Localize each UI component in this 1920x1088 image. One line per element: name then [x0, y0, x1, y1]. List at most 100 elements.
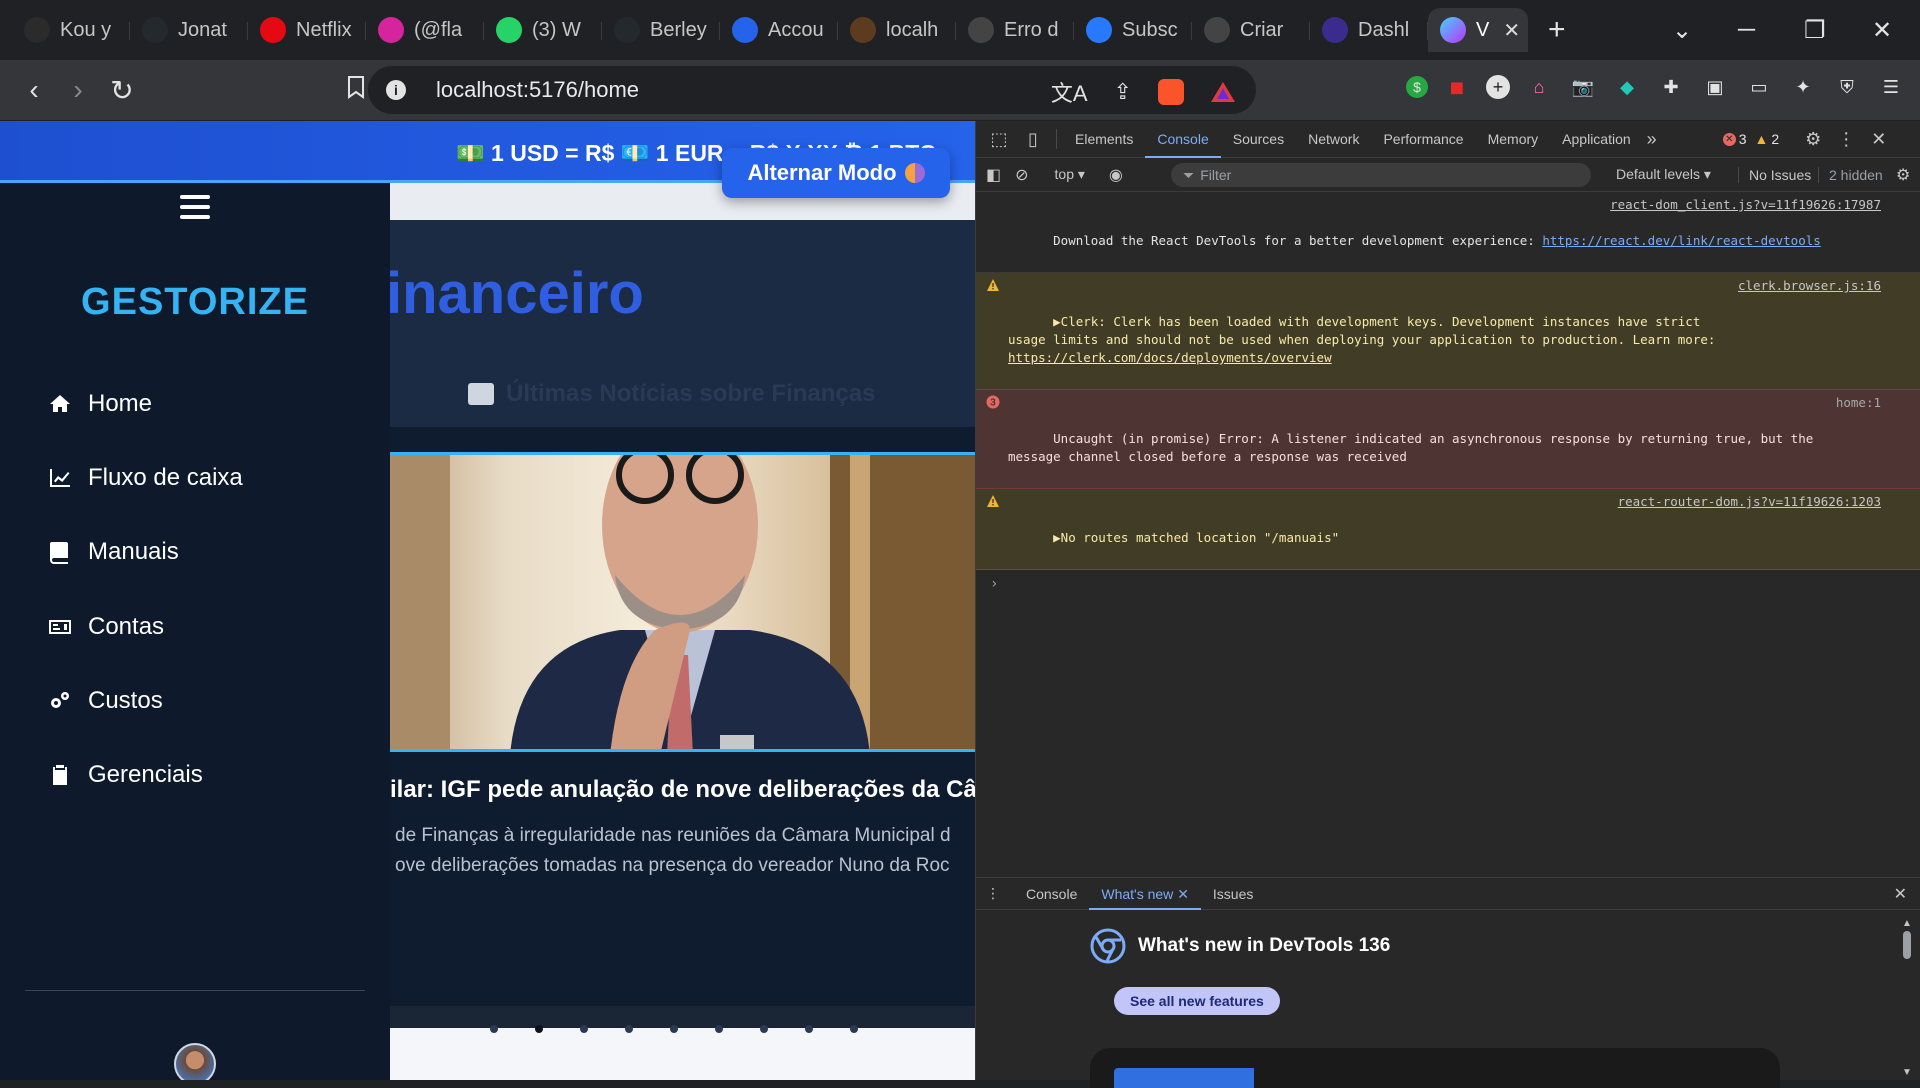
sidebar-item-fluxo-de-caixa[interactable]: Fluxo de caixa — [48, 464, 243, 492]
vpn-shield-icon[interactable]: ⛨ — [1832, 72, 1862, 102]
sidebar-item-manuais[interactable]: Manuais — [48, 538, 179, 566]
drawer-menu-icon[interactable]: ⋮ — [986, 885, 1000, 902]
browser-tab[interactable]: Jonat — [130, 8, 248, 52]
console-prompt-chevron-icon[interactable]: › — [976, 570, 1920, 592]
inspect-element-icon[interactable]: ⬚ — [982, 129, 1016, 150]
clear-console-icon[interactable]: ⊘ — [1015, 165, 1028, 185]
message-text[interactable]: ▶Clerk: Clerk has been loaded with devel… — [1008, 314, 1715, 347]
issues-counter[interactable]: No Issues — [1738, 166, 1811, 183]
scrollbar-thumb[interactable] — [1903, 931, 1911, 959]
carousel-dot-active[interactable] — [535, 1025, 543, 1033]
browser-tab[interactable]: Netflix — [248, 8, 366, 52]
close-drawer-icon[interactable]: ✕ — [1894, 884, 1907, 904]
console-sidebar-icon[interactable]: ◧ — [986, 165, 1001, 185]
message-source-link[interactable]: react-dom_client.js?v=11f19626:17987 — [1610, 196, 1881, 214]
wallet-icon[interactable]: ▭ — [1744, 72, 1774, 102]
user-avatar[interactable] — [174, 1043, 216, 1080]
diamond-extension-icon[interactable]: ◆ — [1612, 72, 1642, 102]
drawer-tab-issues[interactable]: Issues — [1201, 878, 1265, 910]
console-settings-icon[interactable]: ⚙ — [1896, 165, 1910, 185]
browser-tab-active[interactable]: V ✕ — [1428, 8, 1528, 52]
brave-rewards-icon[interactable] — [1210, 80, 1236, 104]
message-source-link[interactable]: react-router-dom.js?v=11f19626:1203 — [1618, 493, 1881, 511]
browser-tab[interactable]: (3) W — [484, 8, 602, 52]
forward-icon[interactable]: › — [56, 74, 100, 106]
share-icon[interactable]: ⇪ — [1114, 79, 1132, 105]
carousel-dot[interactable] — [805, 1025, 813, 1033]
carousel-dot[interactable] — [715, 1025, 723, 1033]
error-counter[interactable]: ✕ 3 — [1722, 131, 1746, 147]
tab-memory[interactable]: Memory — [1476, 121, 1551, 158]
message-text[interactable]: ▶No routes matched location "/manuais" — [1053, 530, 1339, 545]
brave-shield-icon[interactable] — [1158, 79, 1184, 105]
filter-input[interactable]: ⏷ Filter — [1171, 163, 1591, 187]
clerk-docs-link[interactable]: https://clerk.com/docs/deployments/overv… — [1008, 350, 1332, 365]
close-tab-icon[interactable]: ✕ — [1503, 18, 1520, 43]
message-source-link[interactable]: clerk.browser.js:16 — [1738, 277, 1881, 295]
browser-tab[interactable]: Berley — [602, 8, 720, 52]
reload-icon[interactable]: ↻ — [100, 74, 144, 107]
camera-icon[interactable]: 📷 — [1568, 72, 1598, 102]
close-devtools-icon[interactable]: ✕ — [1871, 129, 1886, 150]
sidebar-item-home[interactable]: Home — [48, 390, 152, 418]
tab-console[interactable]: Console — [1145, 121, 1221, 158]
home-extension-icon[interactable]: ⌂ — [1524, 72, 1554, 102]
react-devtools-link[interactable]: https://react.dev/link/react-devtools — [1542, 233, 1820, 248]
more-tabs-icon[interactable]: » — [1647, 129, 1657, 150]
tab-elements[interactable]: Elements — [1063, 121, 1145, 158]
drawer-scrollbar[interactable]: ▲ ▼ — [1901, 918, 1913, 1078]
drawer-tab-console[interactable]: Console — [1014, 878, 1089, 910]
browser-tab[interactable]: Criar — [1192, 8, 1310, 52]
sidebar-item-custos[interactable]: Custos — [48, 687, 163, 715]
pocket-icon[interactable]: ◼ — [1442, 72, 1472, 102]
browser-tab[interactable]: Kou y — [12, 8, 130, 52]
sidebar-toggle-icon[interactable]: ▣ — [1700, 72, 1730, 102]
news-title[interactable]: ilar: IGF pede anulação de nove delibera… — [390, 776, 975, 804]
browser-tab[interactable]: Subsc — [1074, 8, 1192, 52]
new-tab-button[interactable]: + — [1548, 13, 1566, 47]
puzzle-icon[interactable]: ✚ — [1656, 72, 1686, 102]
minimize-button[interactable]: ─ — [1738, 0, 1755, 60]
browser-tab[interactable]: Dashl — [1310, 8, 1428, 52]
news-image[interactable] — [390, 452, 975, 752]
browser-tab[interactable]: Accou — [720, 8, 838, 52]
tab-sources[interactable]: Sources — [1221, 121, 1296, 158]
menu-icon[interactable]: ☰ — [1876, 72, 1906, 102]
browser-tab[interactable]: localh — [838, 8, 956, 52]
carousel-dot[interactable] — [580, 1025, 588, 1033]
add-extension-icon[interactable]: + — [1486, 75, 1510, 99]
browser-tab[interactable]: (@fla — [366, 8, 484, 52]
message-source-link[interactable]: home:1 — [1836, 394, 1881, 412]
maximize-button[interactable]: ❐ — [1804, 0, 1826, 60]
tab-application[interactable]: Application — [1550, 121, 1643, 158]
hamburger-icon[interactable] — [180, 195, 210, 225]
carousel-dot[interactable] — [850, 1025, 858, 1033]
browser-tab[interactable]: Erro d — [956, 8, 1074, 52]
sidebar-item-gerenciais[interactable]: Gerenciais — [48, 761, 203, 789]
carousel-dot[interactable] — [760, 1025, 768, 1033]
log-levels-dropdown[interactable]: Default levels ▾ — [1616, 166, 1711, 183]
translate-icon[interactable]: 文A — [1051, 76, 1088, 108]
close-window-button[interactable]: ✕ — [1872, 0, 1892, 60]
warning-counter[interactable]: ▲ 2 — [1754, 131, 1779, 147]
back-icon[interactable]: ‹ — [12, 74, 56, 106]
tab-network[interactable]: Network — [1296, 121, 1371, 158]
settings-gear-icon[interactable]: ⚙ — [1805, 129, 1821, 150]
tab-search-chevron-icon[interactable]: ⌄ — [1672, 0, 1692, 60]
carousel-dot[interactable] — [490, 1025, 498, 1033]
device-toolbar-icon[interactable]: ▯ — [1016, 129, 1050, 150]
carousel-dot[interactable] — [625, 1025, 633, 1033]
drawer-tab-whats-new[interactable]: What's new ✕ — [1089, 878, 1201, 910]
leo-ai-icon[interactable]: ✦ — [1788, 72, 1818, 102]
live-expression-eye-icon[interactable]: ◉ — [1109, 165, 1123, 185]
see-all-features-button[interactable]: See all new features — [1114, 987, 1280, 1015]
context-select[interactable]: top ▾ — [1055, 166, 1085, 183]
tab-performance[interactable]: Performance — [1371, 121, 1475, 158]
kebab-menu-icon[interactable]: ⋮ — [1837, 129, 1855, 150]
sidebar-item-contas[interactable]: Contas — [48, 613, 164, 641]
money-extension-icon[interactable]: $ — [1406, 76, 1428, 98]
toggle-mode-button[interactable]: Alternar Modo — [722, 148, 950, 198]
close-tab-icon[interactable]: ✕ — [1177, 886, 1189, 902]
address-bar[interactable]: i localhost:5176/home 文A ⇪ — [368, 66, 1256, 114]
site-info-icon[interactable]: i — [386, 80, 406, 100]
